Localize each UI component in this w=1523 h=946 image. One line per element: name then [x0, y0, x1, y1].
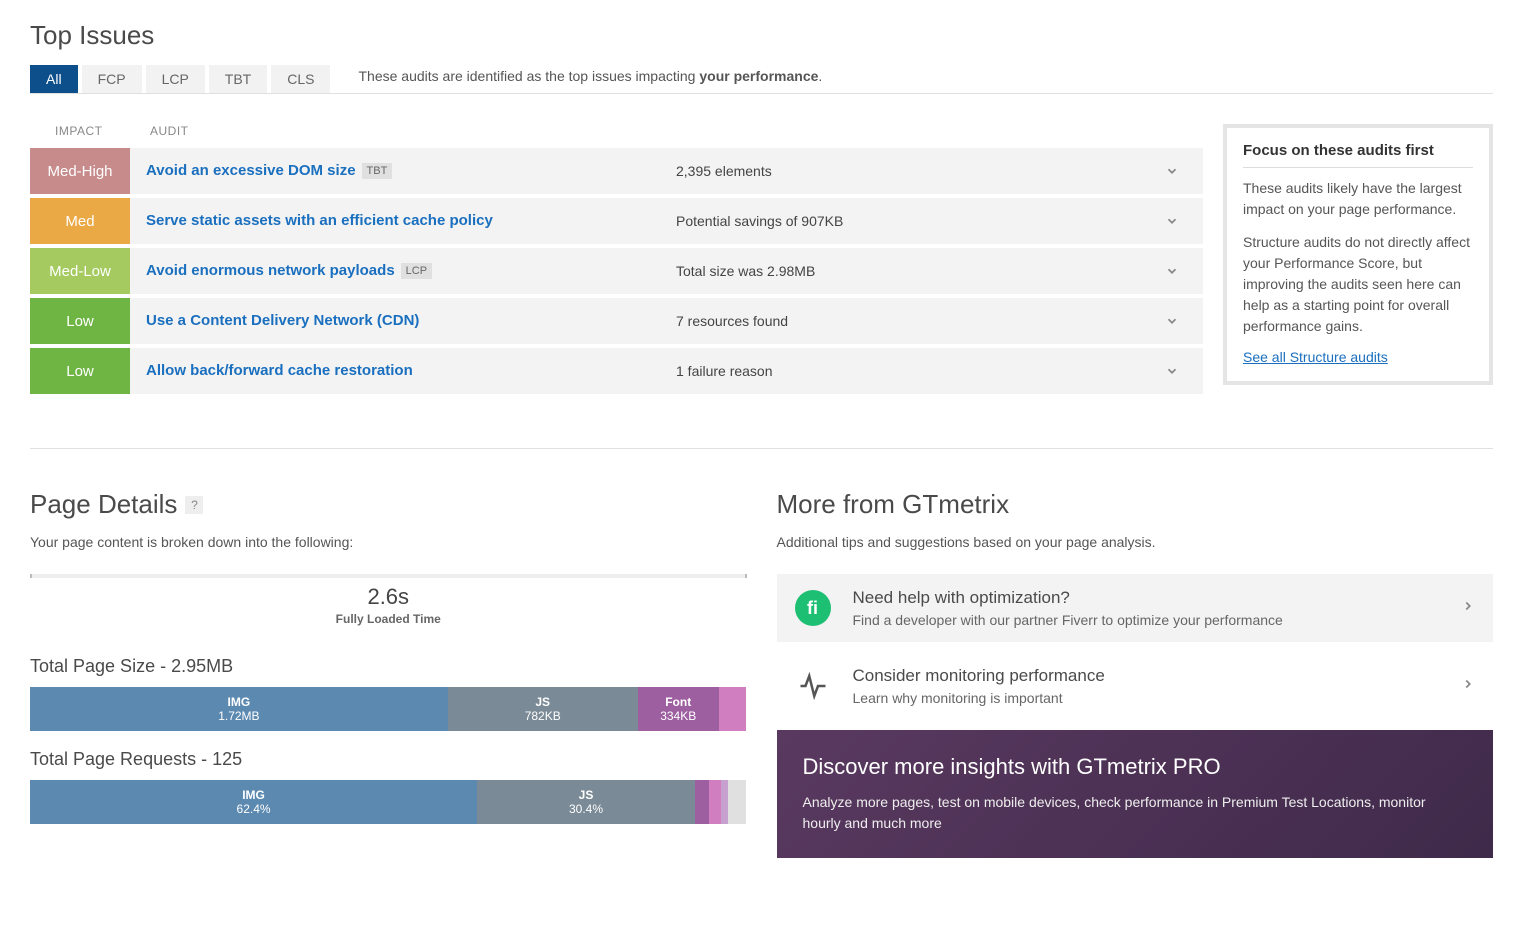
top-issues-section: Top Issues All FCP LCP TBT CLS These aud… [30, 20, 1493, 398]
chevron-right-icon [1461, 599, 1475, 618]
chart-segment-a [695, 780, 709, 824]
header-audit: AUDIT [130, 124, 189, 138]
promo-monitoring-sub: Learn why monitoring is important [853, 690, 1462, 706]
chart-segment-d [728, 780, 747, 824]
issue-row[interactable]: Low Use a Content Delivery Network (CDN) 7… [30, 298, 1203, 344]
more-title: More from GTmetrix [777, 489, 1494, 520]
issues-layout: IMPACT AUDIT Med-High Avoid an excessive … [30, 124, 1493, 398]
issue-body: Avoid an excessive DOM size TBT 2,395 elem… [130, 148, 1203, 194]
focus-p1: These audits likely have the largest imp… [1243, 178, 1473, 220]
audit-tag: LCP [401, 263, 432, 279]
audit-link[interactable]: Avoid an excessive DOM size [146, 162, 356, 179]
page-requests-title: Total Page Requests - 125 [30, 749, 747, 770]
top-issues-title: Top Issues [30, 20, 1493, 51]
pro-banner-sub: Analyze more pages, test on mobile devic… [803, 792, 1468, 834]
audit-link[interactable]: Avoid enormous network payloads [146, 262, 395, 279]
pulse-icon [795, 668, 831, 704]
pro-banner[interactable]: Discover more insights with GTmetrix PRO… [777, 730, 1494, 858]
issue-row[interactable]: Med-High Avoid an excessive DOM size TBT 2,… [30, 148, 1203, 194]
tab-all[interactable]: All [30, 65, 78, 93]
timeline-bar [30, 574, 747, 578]
page-size-chart: IMG1.72MBJS782KBFont334KB [30, 687, 747, 731]
chart-segment-font: Font334KB [638, 687, 719, 731]
issue-row[interactable]: Low Allow back/forward cache restoration 1… [30, 348, 1203, 394]
audit-link[interactable]: Allow back/forward cache restoration [146, 362, 413, 379]
impact-badge: Low [30, 348, 130, 394]
chevron-down-icon [1157, 314, 1187, 328]
page-details-sub: Your page content is broken down into th… [30, 534, 747, 550]
promo-fiverr-title: Need help with optimization? [853, 588, 1462, 608]
page-size-title: Total Page Size - 2.95MB [30, 656, 747, 677]
chart-segment-other [719, 687, 747, 731]
issue-detail: 2,395 elements [676, 163, 1157, 179]
chevron-down-icon [1157, 214, 1187, 228]
more-sub: Additional tips and suggestions based on… [777, 534, 1494, 550]
tabs-row: All FCP LCP TBT CLS These audits are ide… [30, 65, 1493, 94]
focus-sidebar: Focus on these audits first These audits… [1223, 124, 1493, 385]
audit-link[interactable]: Use a Content Delivery Network (CDN) [146, 312, 419, 329]
tab-cls[interactable]: CLS [271, 65, 330, 93]
section-divider [30, 448, 1493, 449]
chart-segment-c [721, 780, 728, 824]
impact-badge: Med-High [30, 148, 130, 194]
see-structure-audits-link[interactable]: See all Structure audits [1243, 349, 1388, 365]
promo-monitoring-title: Consider monitoring performance [853, 666, 1462, 686]
promo-fiverr-sub: Find a developer with our partner Fiverr… [853, 612, 1462, 628]
header-impact: IMPACT [30, 124, 130, 138]
impact-badge: Med-Low [30, 248, 130, 294]
fully-loaded-time-value: 2.6s [30, 584, 747, 610]
chevron-down-icon [1157, 364, 1187, 378]
chart-segment-img: IMG62.4% [30, 780, 477, 824]
chart-segment-js: JS782KB [448, 687, 638, 731]
page-requests-chart: IMG62.4%JS30.4% [30, 780, 747, 824]
fully-loaded-time-caption: Fully Loaded Time [30, 612, 747, 626]
focus-p2: Structure audits do not directly affect … [1243, 232, 1473, 337]
issues-header: IMPACT AUDIT [30, 124, 1203, 148]
fiverr-icon: fi [795, 590, 831, 626]
focus-title: Focus on these audits first [1243, 142, 1473, 168]
issue-row[interactable]: Med-Low Avoid enormous network payloads LC… [30, 248, 1203, 294]
fully-loaded-timeline: 2.6s Fully Loaded Time [30, 574, 747, 626]
tab-fcp[interactable]: FCP [82, 65, 142, 93]
issue-body: Allow back/forward cache restoration 1 fa… [130, 348, 1203, 394]
chart-segment-img: IMG1.72MB [30, 687, 448, 731]
tab-tbt[interactable]: TBT [209, 65, 267, 93]
issue-detail: 7 resources found [676, 313, 1157, 329]
more-section: More from GTmetrix Additional tips and s… [777, 489, 1494, 858]
chart-segment-js: JS30.4% [477, 780, 695, 824]
promo-monitoring[interactable]: Consider monitoring performance Learn wh… [777, 652, 1494, 720]
issue-audit: Avoid an excessive DOM size TBT [146, 162, 676, 180]
pro-banner-title: Discover more insights with GTmetrix PRO [803, 754, 1468, 780]
impact-badge: Low [30, 298, 130, 344]
page-details-section: Page Details ? Your page content is brok… [30, 489, 747, 858]
issue-audit: Allow back/forward cache restoration [146, 362, 676, 380]
issue-body: Avoid enormous network payloads LCP Total … [130, 248, 1203, 294]
chevron-right-icon [1461, 677, 1475, 696]
issue-detail: Total size was 2.98MB [676, 263, 1157, 279]
issues-table: IMPACT AUDIT Med-High Avoid an excessive … [30, 124, 1203, 398]
filter-tabs: All FCP LCP TBT CLS [30, 65, 330, 93]
issue-audit: Use a Content Delivery Network (CDN) [146, 312, 676, 330]
audit-tag: TBT [362, 163, 393, 179]
chevron-down-icon [1157, 164, 1187, 178]
issue-detail: Potential savings of 907KB [676, 213, 1157, 229]
lower-columns: Page Details ? Your page content is brok… [30, 489, 1493, 858]
page-details-title: Page Details ? [30, 489, 747, 520]
chevron-down-icon [1157, 264, 1187, 278]
issue-body: Use a Content Delivery Network (CDN) 7 re… [130, 298, 1203, 344]
issue-row[interactable]: Med Serve static assets with an efficient… [30, 198, 1203, 244]
promo-fiverr[interactable]: fi Need help with optimization? Find a d… [777, 574, 1494, 642]
help-icon[interactable]: ? [185, 496, 203, 514]
audit-link[interactable]: Serve static assets with an efficient ca… [146, 212, 493, 229]
tabs-caption: These audits are identified as the top i… [358, 68, 822, 90]
issue-detail: 1 failure reason [676, 363, 1157, 379]
tab-lcp[interactable]: LCP [146, 65, 205, 93]
issue-audit: Avoid enormous network payloads LCP [146, 262, 676, 280]
issue-audit: Serve static assets with an efficient ca… [146, 212, 676, 230]
impact-badge: Med [30, 198, 130, 244]
chart-segment-b [709, 780, 720, 824]
issue-body: Serve static assets with an efficient ca… [130, 198, 1203, 244]
